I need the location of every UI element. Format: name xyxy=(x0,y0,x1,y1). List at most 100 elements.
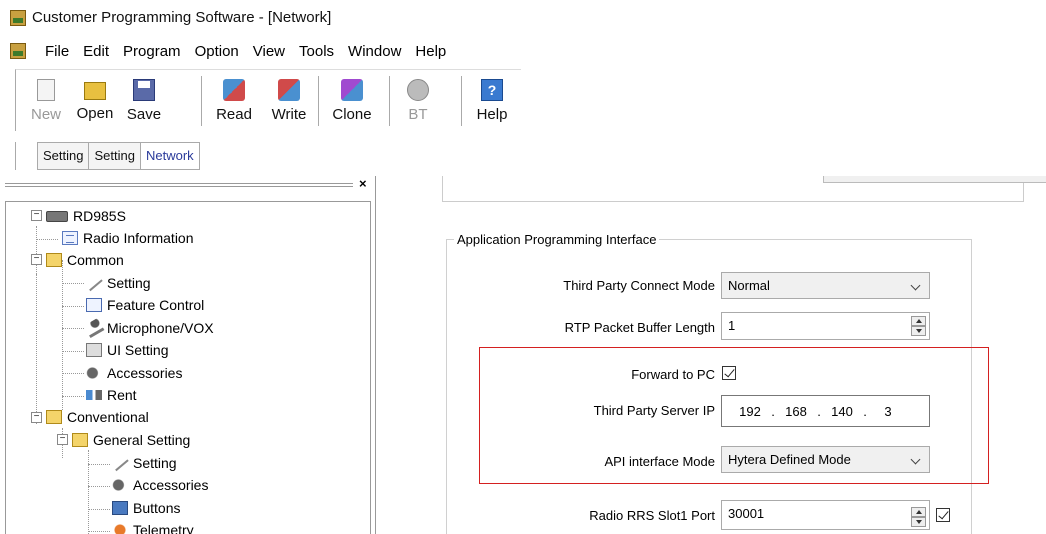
tree-node-common[interactable]: Common xyxy=(46,249,124,271)
tree-node-rd985s[interactable]: RD985S xyxy=(46,205,126,227)
tree-connector xyxy=(36,239,58,240)
write-button[interactable]: Write xyxy=(266,70,312,130)
open-button[interactable]: Open xyxy=(74,70,116,130)
ip-octet-3[interactable]: 140 xyxy=(822,404,862,419)
spin-down-icon[interactable] xyxy=(911,517,926,527)
network-settings-panel: Application Programming Interface Third … xyxy=(377,176,1046,534)
wrench-icon xyxy=(111,454,129,472)
tree-node-microphone-vox[interactable]: Microphone/VOX xyxy=(83,317,214,339)
rtp-buffer-label: RTP Packet Buffer Length xyxy=(564,320,715,335)
forward-to-pc-checkbox[interactable] xyxy=(722,366,736,380)
tree-connector xyxy=(62,351,84,352)
menu-view[interactable]: View xyxy=(246,43,292,60)
tree-node-common-setting[interactable]: Setting xyxy=(85,272,151,294)
tree-node-rent[interactable]: Rent xyxy=(86,384,137,406)
tree-connector xyxy=(62,306,84,307)
list-icon xyxy=(86,298,102,312)
api-mode-label: API interface Mode xyxy=(604,454,715,469)
tree-expander-conventional[interactable]: − xyxy=(31,412,42,423)
menu-program[interactable]: Program xyxy=(116,43,188,60)
tree-expander-rd985s[interactable]: − xyxy=(31,210,42,221)
microphone-icon xyxy=(83,317,105,339)
tree-node-radio-information[interactable]: Radio Information xyxy=(62,227,194,249)
server-ip-label: Third Party Server IP xyxy=(593,403,715,418)
rrs-slot1-port-stepper[interactable]: 30001 xyxy=(721,500,930,530)
panel-header: × xyxy=(5,176,371,196)
menu-file[interactable]: File xyxy=(38,43,76,60)
chevron-down-icon xyxy=(910,454,921,465)
tree-node-telemetry[interactable]: Telemetry xyxy=(112,519,194,534)
tree-connector xyxy=(36,226,37,274)
tree-connector xyxy=(62,396,84,397)
menu-help[interactable]: Help xyxy=(408,43,453,60)
help-button[interactable]: ? Help xyxy=(472,70,512,130)
tree-connector xyxy=(62,328,84,329)
tree-node-feature-control[interactable]: Feature Control xyxy=(86,294,204,316)
bluetooth-button[interactable]: BT xyxy=(402,70,434,130)
connect-mode-label: Third Party Connect Mode xyxy=(563,278,715,293)
api-mode-select[interactable]: Hytera Defined Mode xyxy=(721,446,930,473)
tree-node-general-setting-setting[interactable]: Setting xyxy=(111,452,177,474)
forward-to-pc-label: Forward to PC xyxy=(631,367,715,382)
buttons-icon xyxy=(112,501,128,515)
api-group-title: Application Programming Interface xyxy=(454,232,660,247)
folder-open-icon xyxy=(46,410,62,424)
accessories-icon xyxy=(86,366,102,380)
help-icon: ? xyxy=(481,79,503,101)
spin-down-icon[interactable] xyxy=(911,326,926,336)
toolbar-separator xyxy=(461,76,462,126)
tree-node-general-accessories[interactable]: Accessories xyxy=(112,474,208,496)
tree-connector xyxy=(88,531,110,532)
floppy-disk-icon xyxy=(133,79,155,101)
tree-expander-general-setting[interactable]: − xyxy=(57,434,68,445)
window-title: Customer Programming Software - [Network… xyxy=(32,9,332,26)
radio-device-icon xyxy=(46,210,68,222)
menu-option[interactable]: Option xyxy=(188,43,246,60)
tree-connector xyxy=(36,274,37,424)
spin-up-icon[interactable] xyxy=(911,316,926,326)
toolbar-separator xyxy=(201,76,202,126)
panel-drag-grip[interactable] xyxy=(5,183,353,187)
tree-connector xyxy=(88,464,110,465)
bluetooth-icon xyxy=(407,79,429,101)
tab-network[interactable]: Network xyxy=(139,142,200,170)
tab-setting-1[interactable]: Setting xyxy=(37,142,89,170)
menu-window[interactable]: Window xyxy=(341,43,408,60)
rent-icon xyxy=(86,390,102,400)
save-button[interactable]: Save xyxy=(124,70,164,130)
tree-node-conventional[interactable]: Conventional xyxy=(46,406,149,428)
telemetry-icon xyxy=(112,523,128,534)
tree-connector xyxy=(62,373,84,374)
tree-node-ui-setting[interactable]: UI Setting xyxy=(86,339,168,361)
clone-radio-icon xyxy=(341,79,363,101)
spin-up-icon[interactable] xyxy=(911,507,926,517)
rrs-slot1-port-checkbox[interactable] xyxy=(936,508,950,522)
tree-node-general-setting[interactable]: General Setting xyxy=(72,429,190,451)
ip-octet-1[interactable]: 192 xyxy=(730,404,770,419)
tree-connector xyxy=(62,283,84,284)
close-icon[interactable]: × xyxy=(359,176,367,191)
previous-group-control[interactable] xyxy=(823,176,1046,183)
document-menu-icon[interactable] xyxy=(10,43,26,59)
open-folder-icon xyxy=(84,82,106,100)
document-icon xyxy=(62,231,78,245)
rtp-buffer-stepper[interactable]: 1 xyxy=(721,312,930,340)
clone-button[interactable]: Clone xyxy=(324,70,380,130)
ui-setting-icon xyxy=(86,343,102,357)
server-ip-field[interactable]: 192 . 168 . 140 . 3 xyxy=(721,395,930,427)
title-bar: Customer Programming Software - [Network… xyxy=(0,0,1046,34)
chevron-down-icon xyxy=(910,280,921,291)
menu-tools[interactable]: Tools xyxy=(292,43,341,60)
tree-node-common-accessories[interactable]: Accessories xyxy=(86,362,182,384)
connect-mode-select[interactable]: Normal xyxy=(721,272,930,299)
tab-setting-2[interactable]: Setting xyxy=(88,142,140,170)
tree-connector xyxy=(88,509,110,510)
read-button[interactable]: Read xyxy=(212,70,256,130)
wrench-icon xyxy=(85,274,103,292)
menu-edit[interactable]: Edit xyxy=(76,43,116,60)
ip-octet-4[interactable]: 3 xyxy=(868,404,908,419)
new-button[interactable]: New xyxy=(26,70,66,130)
tree-expander-common[interactable]: − xyxy=(31,254,42,265)
tree-node-buttons[interactable]: Buttons xyxy=(112,497,180,519)
ip-octet-2[interactable]: 168 xyxy=(776,404,816,419)
